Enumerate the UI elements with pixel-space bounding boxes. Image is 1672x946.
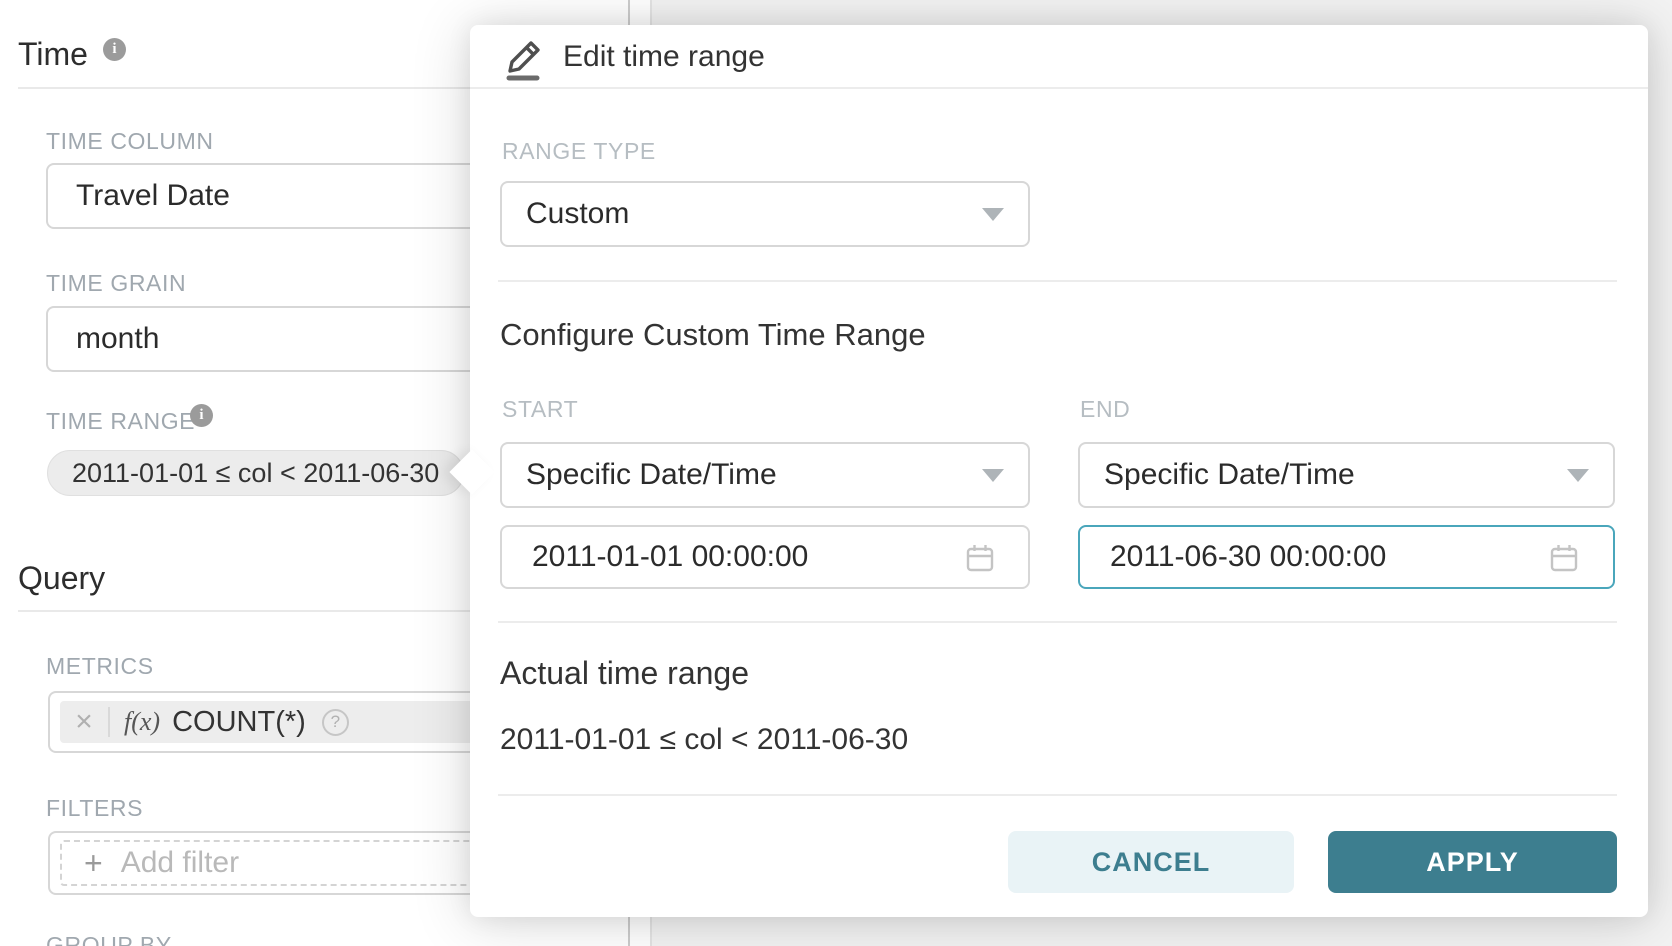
configure-heading: Configure Custom Time Range <box>500 317 926 353</box>
time-range-label: TIME RANGE <box>46 408 195 435</box>
question-icon[interactable]: ? <box>322 709 349 736</box>
end-label: END <box>1080 396 1130 423</box>
edit-pencil-icon <box>502 35 546 81</box>
time-grain-label: TIME GRAIN <box>46 270 186 297</box>
calendar-icon[interactable] <box>966 543 994 578</box>
cancel-button[interactable]: CANCEL <box>1008 831 1294 893</box>
divider <box>498 280 1617 282</box>
range-type-value: Custom <box>526 197 629 231</box>
chevron-down-icon <box>1567 469 1589 482</box>
time-range-pill-value: 2011-01-01 ≤ col < 2011-06-30 <box>72 458 439 489</box>
start-mode-value: Specific Date/Time <box>526 458 777 492</box>
filters-label: FILTERS <box>46 795 143 822</box>
popover-header: Edit time range <box>470 25 1648 89</box>
edit-time-range-popover: Edit time range RANGE TYPE Custom Config… <box>470 25 1648 917</box>
range-type-select[interactable]: Custom <box>500 181 1030 247</box>
time-column-value: Travel Date <box>76 179 230 213</box>
calendar-icon[interactable] <box>1550 543 1578 578</box>
start-datetime-input[interactable] <box>500 525 1030 589</box>
add-filter-label: Add filter <box>121 846 239 880</box>
start-label: START <box>502 396 578 423</box>
range-type-label: RANGE TYPE <box>502 138 656 165</box>
time-column-label: TIME COLUMN <box>46 128 214 155</box>
chevron-down-icon <box>982 469 1004 482</box>
popover-title: Edit time range <box>563 25 765 89</box>
end-mode-value: Specific Date/Time <box>1104 458 1355 492</box>
metrics-label: METRICS <box>46 653 154 680</box>
time-range-info-icon[interactable]: i <box>190 404 213 427</box>
end-datetime-input[interactable] <box>1078 525 1615 589</box>
superset-explore-page: Time i TIME COLUMN Travel Date TIME GRAI… <box>0 0 1672 946</box>
close-icon[interactable]: × <box>60 707 108 737</box>
apply-button[interactable]: APPLY <box>1328 831 1617 893</box>
plus-icon: + <box>84 847 103 879</box>
time-range-pill[interactable]: 2011-01-01 ≤ col < 2011-06-30 <box>47 450 464 496</box>
divider <box>498 621 1617 623</box>
actual-time-range-heading: Actual time range <box>500 655 749 692</box>
function-icon: f(x) <box>124 707 160 737</box>
start-mode-select[interactable]: Specific Date/Time <box>500 442 1030 508</box>
group-by-label: GROUP BY <box>46 932 172 946</box>
chevron-down-icon <box>982 208 1004 221</box>
metric-chip-label: COUNT(*) <box>172 706 306 739</box>
divider <box>498 794 1617 796</box>
chip-separator <box>108 707 110 737</box>
query-section-title: Query <box>18 560 105 597</box>
end-mode-select[interactable]: Specific Date/Time <box>1078 442 1615 508</box>
time-grain-value: month <box>76 322 159 356</box>
actual-time-range-value: 2011-01-01 ≤ col < 2011-06-30 <box>500 723 908 757</box>
time-section-title: Time <box>18 36 88 73</box>
time-info-icon[interactable]: i <box>103 38 126 61</box>
